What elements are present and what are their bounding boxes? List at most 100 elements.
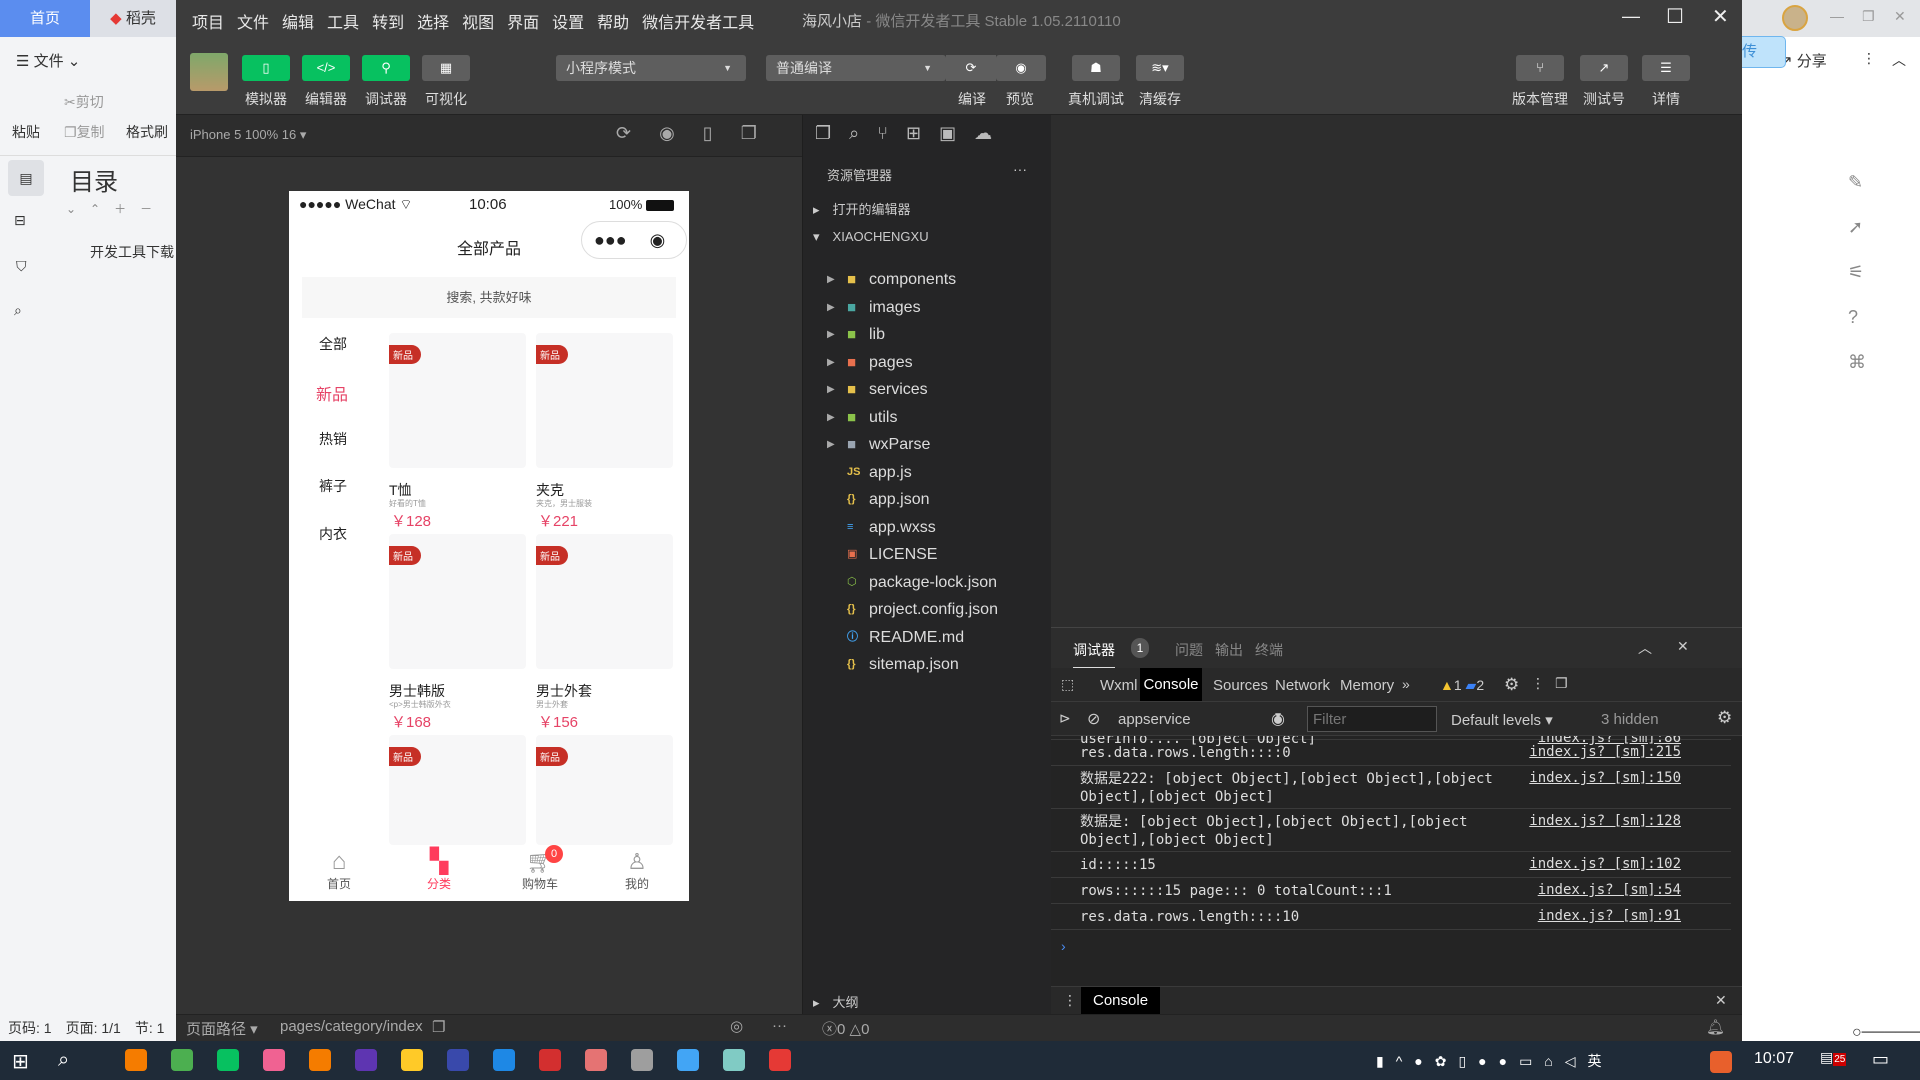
menu-interface[interactable]: 界面 xyxy=(507,15,539,32)
format-painter-button[interactable]: 格式刷 xyxy=(126,122,168,142)
more-icon[interactable]: ⋮ xyxy=(1862,50,1876,67)
paste-button[interactable]: 粘贴 xyxy=(12,122,40,142)
clock[interactable]: 10:07 xyxy=(1754,1050,1794,1068)
clear-console-icon[interactable]: ⊘ xyxy=(1087,709,1100,729)
tab-category[interactable]: ▚ 分类 xyxy=(419,849,459,892)
menu-view[interactable]: 视图 xyxy=(462,15,494,32)
close-drawer-icon[interactable]: ✕ xyxy=(1715,992,1727,1009)
project-avatar[interactable] xyxy=(190,53,228,91)
taskbar-netease-music-icon[interactable] xyxy=(539,1049,561,1071)
filter-input[interactable] xyxy=(1307,706,1437,732)
console-prompt[interactable]: › xyxy=(1061,938,1066,954)
tab-problems[interactable]: 问题 xyxy=(1175,640,1203,660)
explorer-activity-icons[interactable]: ❐⌕⑂⊞▣☁ xyxy=(815,123,1010,144)
collapse-icon[interactable]: ︿ xyxy=(1638,638,1652,658)
taskbar-file-explorer-icon[interactable] xyxy=(401,1049,423,1071)
product-card[interactable]: 新品 xyxy=(389,534,526,669)
category-item[interactable]: 裤子 xyxy=(319,476,347,496)
tree-folder[interactable]: ▶ ■ services xyxy=(803,376,1052,403)
device-select[interactable]: iPhone 5 100% 16 ▾ xyxy=(190,127,306,143)
menu-help[interactable]: 帮助 xyxy=(597,15,629,32)
category-item[interactable]: 全部 xyxy=(319,334,347,354)
inspect-icon[interactable]: ⬚ xyxy=(1061,676,1074,693)
tab-mine[interactable]: ♙ 我的 xyxy=(617,849,657,892)
system-tray[interactable]: ▮^●✿▯●●▭⌂◁英 xyxy=(1376,1051,1614,1071)
close-icon[interactable]: ✕ xyxy=(1894,8,1906,25)
tab-docer[interactable]: ◆ 稻壳 xyxy=(90,0,176,37)
tree-file[interactable]: {} sitemap.json xyxy=(803,651,1052,678)
drawer-tab-console[interactable]: Console xyxy=(1081,987,1161,1015)
console-settings-icon[interactable]: ⚙ xyxy=(1717,708,1732,728)
log-source-link[interactable]: index.js? [sm]:54 xyxy=(1538,882,1681,898)
editor-toggle[interactable]: </> xyxy=(302,55,350,81)
levels-select[interactable]: Default levels ▾ xyxy=(1451,711,1553,729)
panel-wxml[interactable]: Wxml xyxy=(1100,677,1138,694)
more-icon[interactable]: ⋮ xyxy=(1531,675,1545,692)
restore-icon[interactable]: ❐ xyxy=(1862,8,1875,25)
nav-pane-icon[interactable]: ⊟ xyxy=(14,212,26,229)
copy-path-icon[interactable]: ❐ xyxy=(432,1018,445,1036)
tab-cart[interactable]: 🛒︎ 购物车 0 xyxy=(515,845,565,892)
tab-debugger[interactable]: 调试器 xyxy=(1073,640,1115,669)
taskbar-app-icon[interactable] xyxy=(493,1049,515,1071)
taskbar-wechat-devtools-icon[interactable] xyxy=(631,1049,653,1071)
menu-project[interactable]: 项目 xyxy=(192,15,224,32)
avatar[interactable] xyxy=(1782,5,1808,31)
project-root[interactable]: ▾ XIAOCHENGXU xyxy=(813,226,929,245)
action-center-icon[interactable]: ▭ xyxy=(1872,1049,1889,1070)
compile-mode-select[interactable]: 普通编译 ▼ xyxy=(766,55,946,81)
taskbar-app-icon[interactable] xyxy=(309,1049,331,1071)
log-source-link[interactable]: index.js? [sm]:102 xyxy=(1529,856,1681,872)
taskbar-wps-icon[interactable] xyxy=(769,1049,791,1071)
simulator-controls[interactable]: ⟳◉▯❐ xyxy=(616,123,785,144)
tree-file[interactable]: JS app.js xyxy=(803,459,1052,486)
capsule-menu[interactable]: ●●● ◉ xyxy=(581,221,687,259)
taskbar-app-icon[interactable] xyxy=(723,1049,745,1071)
panel-console[interactable]: Console xyxy=(1140,668,1202,701)
copy-button[interactable]: ❐复制 xyxy=(64,122,105,142)
more-icon[interactable]: ●●● xyxy=(594,230,627,250)
tree-file[interactable]: {} project.config.json xyxy=(803,596,1052,623)
product-card[interactable]: 新品 xyxy=(536,735,673,845)
minimize-icon[interactable]: — xyxy=(1622,6,1640,27)
news-icon[interactable]: ▤25 xyxy=(1820,1049,1847,1066)
maximize-icon[interactable]: ☐ xyxy=(1666,4,1684,29)
menu-settings[interactable]: 设置 xyxy=(552,15,584,32)
product-card[interactable]: 新品 xyxy=(389,735,526,845)
product-title[interactable]: 男士外套 xyxy=(536,681,592,701)
mode-select[interactable]: 小程序模式 ▼ xyxy=(556,55,746,81)
category-item-active[interactable]: 新品 xyxy=(316,381,348,405)
problems-summary[interactable]: ⓧ0 △0 xyxy=(822,1018,869,1039)
drawer-menu-icon[interactable]: ⋮ xyxy=(1063,992,1077,1009)
close-mini-icon[interactable]: ◉ xyxy=(650,230,666,250)
more-icon[interactable]: ··· xyxy=(1013,161,1027,177)
share-button[interactable]: ↗ 分享 xyxy=(1780,50,1827,71)
menu-select[interactable]: 选择 xyxy=(417,15,449,32)
taskbar-app-icon[interactable] xyxy=(585,1049,607,1071)
notification-icon[interactable]: 🔔︎ xyxy=(1706,1018,1725,1036)
product-title[interactable]: 男士韩版 xyxy=(389,681,445,701)
category-item[interactable]: 内衣 xyxy=(319,524,347,544)
tree-file[interactable]: {} app.json xyxy=(803,486,1052,513)
panel-sources[interactable]: Sources xyxy=(1213,677,1268,694)
tab-home[interactable]: ⌂ 首页 xyxy=(319,849,359,892)
page-path-select[interactable]: 页面路径 ▾ xyxy=(186,1018,258,1039)
menu-goto[interactable]: 转到 xyxy=(372,15,404,32)
log-source-link[interactable]: index.js? [sm]:91 xyxy=(1538,908,1681,924)
start-icon[interactable]: ⊞ xyxy=(12,1049,29,1074)
tree-file[interactable]: ⬡ package-lock.json xyxy=(803,569,1052,596)
taskbar-intellij-icon[interactable] xyxy=(447,1049,469,1071)
tree-folder[interactable]: ▶ ■ lib xyxy=(803,321,1052,348)
eye-icon[interactable]: ◉ xyxy=(1271,709,1285,729)
toc-controls[interactable]: ⌄⌃＋－ xyxy=(66,200,166,217)
remote-debug-button[interactable]: ☗ xyxy=(1072,55,1120,81)
panel-network[interactable]: Network xyxy=(1275,677,1330,694)
taskbar-app-icon[interactable] xyxy=(263,1049,285,1071)
product-card[interactable]: 新品 xyxy=(536,333,673,468)
tree-file[interactable]: ▣ LICENSE xyxy=(803,541,1052,568)
cut-button[interactable]: ✂剪切 xyxy=(64,92,104,112)
taskbar-eclipse-icon[interactable] xyxy=(355,1049,377,1071)
taskbar-chrome-icon[interactable] xyxy=(171,1049,193,1071)
toc-icon[interactable]: ▤ xyxy=(8,160,44,196)
tree-folder[interactable]: ▶ ■ images xyxy=(803,294,1052,321)
